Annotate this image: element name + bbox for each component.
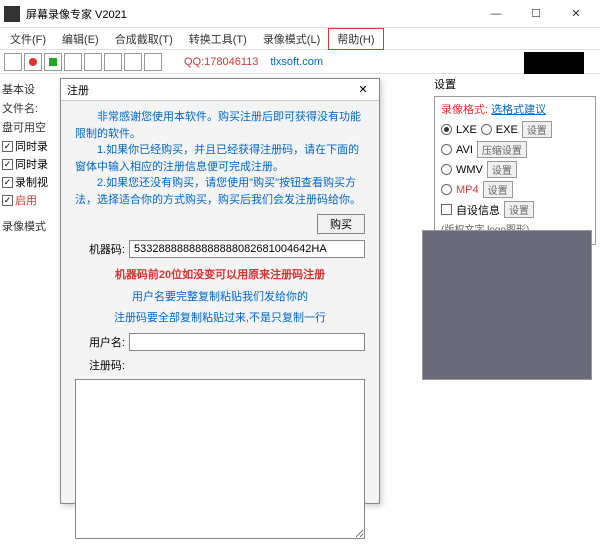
btn-compress[interactable]: 压缩设置 xyxy=(477,141,527,158)
tool-btn-6[interactable] xyxy=(124,53,142,71)
tool-btn-5[interactable] xyxy=(104,53,122,71)
qq-text: QQ:178046113 xyxy=(184,56,258,68)
cb2-label: 同时录 xyxy=(15,156,48,172)
menu-help[interactable]: 帮助(H) xyxy=(328,28,383,50)
settings-label: 设置 xyxy=(434,76,596,92)
user-input[interactable] xyxy=(129,333,365,351)
tempspace-label: 盘可用空 xyxy=(2,119,58,135)
maximize-button[interactable]: ☐ xyxy=(516,0,556,28)
preview-area xyxy=(422,230,592,380)
menu-convert[interactable]: 转换工具(T) xyxy=(181,29,255,49)
menu-recmode[interactable]: 录像模式(L) xyxy=(255,29,328,49)
radio-mp4[interactable] xyxy=(441,184,452,195)
checkbox-enable[interactable]: ✓ xyxy=(2,195,13,206)
menu-edit[interactable]: 编辑(E) xyxy=(54,29,107,49)
recmode-label: 录像模式 xyxy=(2,218,58,234)
format-fieldset: 录像格式: 选格式建议 LXE EXE 设置 AVI 压缩设置 WMV 设置 M… xyxy=(434,96,596,245)
format-link[interactable]: 选格式建议 xyxy=(491,104,546,116)
menu-file[interactable]: 文件(F) xyxy=(2,29,54,49)
filename-label: 文件名: xyxy=(2,100,58,116)
checkbox-2[interactable]: ✓ xyxy=(2,159,13,170)
btn-set-2[interactable]: 设置 xyxy=(487,161,517,178)
code-input[interactable] xyxy=(75,379,365,539)
checkbox-3[interactable]: ✓ xyxy=(2,177,13,188)
basic-settings-label: 基本设 xyxy=(2,81,58,97)
radio-exe[interactable] xyxy=(481,124,492,135)
machine-input[interactable] xyxy=(129,240,365,258)
dialog-note1: 用户名要完整复制粘贴我们发给你的 xyxy=(75,290,365,305)
site-link[interactable]: tlxsoft.com xyxy=(270,56,323,68)
machine-label: 机器码: xyxy=(75,241,125,257)
minimize-button[interactable]: — xyxy=(476,0,516,28)
format-label: 录像格式: xyxy=(441,104,488,116)
tool-btn-4[interactable] xyxy=(84,53,102,71)
window-title: 屏幕录像专家 V2021 xyxy=(26,6,127,22)
btn-set-4[interactable]: 设置 xyxy=(504,201,534,218)
btn-set-3[interactable]: 设置 xyxy=(483,181,513,198)
user-label: 用户名: xyxy=(75,334,125,350)
dialog-warn: 机器码前20位如没变可以用原来注册码注册 xyxy=(75,266,365,282)
enable-label: 启用 xyxy=(15,192,37,208)
register-dialog: 注册 ✕ 非常感谢您使用本软件。购买注册后即可获得没有功能限制的软件。 1.如果… xyxy=(60,78,380,504)
app-icon xyxy=(4,6,20,22)
code-label: 注册码: xyxy=(75,357,125,373)
checkbox-selfinfo[interactable] xyxy=(441,204,452,215)
dialog-close-button[interactable]: ✕ xyxy=(353,83,373,96)
tool-btn-7[interactable] xyxy=(144,53,162,71)
cb3-label: 录制视 xyxy=(15,174,48,190)
checkbox-1[interactable]: ✓ xyxy=(2,141,13,152)
dialog-intro: 非常感谢您使用本软件。购买注册后即可获得没有功能限制的软件。 1.如果你已经购买… xyxy=(75,109,365,208)
tool-btn-3[interactable] xyxy=(64,53,82,71)
btn-set-1[interactable]: 设置 xyxy=(522,121,552,138)
cb1-label: 同时录 xyxy=(15,138,48,154)
tool-btn-1[interactable] xyxy=(4,53,22,71)
menu-capture[interactable]: 合成截取(T) xyxy=(107,29,181,49)
dialog-note2: 注册码要全部复制粘贴过来,不是只复制一行 xyxy=(75,311,365,326)
close-button[interactable]: ✕ xyxy=(556,0,596,28)
preview-thumb xyxy=(524,52,584,74)
dialog-title: 注册 xyxy=(67,82,353,98)
radio-lxe[interactable] xyxy=(441,124,452,135)
record-icon[interactable] xyxy=(24,53,42,71)
radio-wmv[interactable] xyxy=(441,164,452,175)
radio-avi[interactable] xyxy=(441,144,452,155)
tool-btn-2[interactable] xyxy=(44,53,62,71)
buy-button[interactable]: 购买 xyxy=(317,214,365,234)
